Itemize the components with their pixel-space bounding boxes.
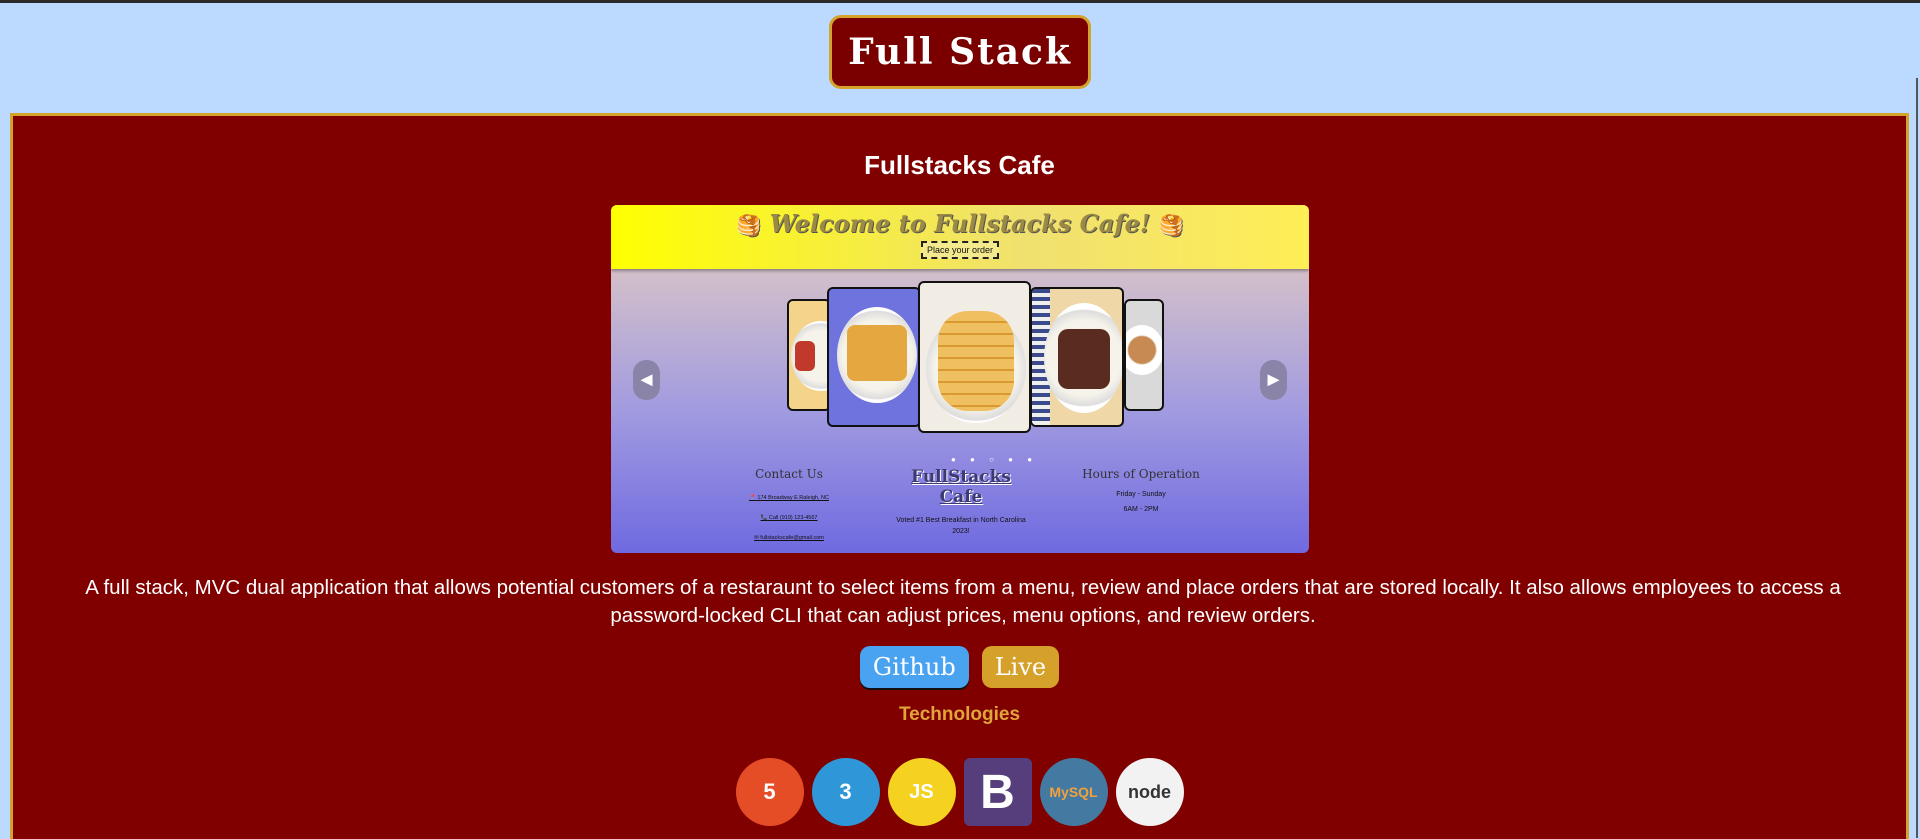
page-scrollbar[interactable] — [1916, 78, 1918, 838]
preview-banner: 🥞 Welcome to Fullstacks Cafe! 🥞 Place yo… — [611, 205, 1309, 269]
project-title: Fullstacks Cafe — [864, 150, 1055, 180]
email-text: fullstackscafe@gmail.com — [760, 535, 824, 541]
contact-section: Contact Us 📍 174 Broadway E Raleigh, NC … — [731, 467, 847, 541]
preview-tagline: Voted #1 Best Breakfast in North Carolin… — [896, 517, 1026, 535]
project-links: Github Live — [13, 646, 1906, 688]
carousel-card-bacon — [787, 299, 831, 411]
css3-icon: 3 — [811, 758, 880, 826]
project-preview-image: 🥞 Welcome to Fullstacks Cafe! 🥞 Place yo… — [611, 205, 1309, 553]
nodejs-glyph: node — [1128, 781, 1171, 802]
email-link: ✉ fullstackscafe@gmail.com — [731, 535, 847, 541]
mysql-icon: MySQL — [1039, 758, 1108, 826]
technologies-list: 5 3 JS B MySQL node — [13, 758, 1906, 826]
phone-link: 📞 Call (919) 123-4567 — [731, 515, 847, 521]
html5-icon: 5 — [735, 758, 804, 826]
carousel-indicators: ● ● ○ ● ● — [951, 455, 1039, 464]
project-description: A full stack, MVC dual application that … — [85, 576, 1841, 627]
html5-glyph: 5 — [763, 779, 776, 804]
css3-glyph: 3 — [839, 779, 852, 804]
preview-welcome: 🥞 Welcome to Fullstacks Cafe! 🥞 — [611, 209, 1309, 238]
preview-brand: FullStacks Cafe — [911, 467, 1011, 507]
javascript-icon: JS — [887, 758, 956, 826]
hours-section: Hours of Operation Friday - Sunday 6AM -… — [1081, 467, 1201, 513]
github-button[interactable]: Github — [859, 646, 969, 688]
phone-icon: 📞 — [760, 515, 768, 521]
carousel-card-quesadilla — [827, 287, 921, 427]
preview-welcome-text: Welcome to Fullstacks Cafe! — [769, 209, 1151, 238]
nodejs-icon: node — [1115, 758, 1184, 826]
address-link: 📍 174 Broadway E Raleigh, NC — [731, 495, 847, 501]
project-card: Fullstacks Cafe 🥞 Welcome to Fullstacks … — [10, 113, 1909, 839]
live-button[interactable]: Live — [981, 646, 1060, 688]
phone-text: Call (919) 123-4567 — [768, 515, 818, 521]
carousel-card-pancakes — [918, 281, 1031, 433]
carousel-card-chocolate-pancakes — [1030, 287, 1124, 427]
javascript-glyph: JS — [909, 780, 934, 803]
pancake-icon: 🥞 — [736, 213, 762, 237]
bootstrap-icon: B — [963, 758, 1032, 826]
brand-section: FullStacks Cafe Voted #1 Best Breakfast … — [891, 467, 1031, 537]
mysql-glyph: MySQL — [1049, 784, 1098, 800]
hours-days: Friday - Sunday — [1116, 491, 1166, 498]
carousel-prev-icon: ◄ — [633, 360, 660, 400]
place-order-button: Place your order — [920, 241, 1000, 259]
page-title: Full Stack — [829, 15, 1091, 89]
carousel-next-icon: ► — [1260, 360, 1287, 400]
bootstrap-glyph: B — [980, 765, 1015, 819]
hours-heading: Hours of Operation — [1082, 467, 1200, 481]
hours-time: 6AM - 2PM — [1123, 506, 1159, 513]
technologies-heading: Technologies — [898, 704, 1021, 725]
contact-heading: Contact Us — [755, 467, 823, 481]
address-text: 174 Broadway E Raleigh, NC — [757, 495, 829, 501]
pancake-icon: 🥞 — [1158, 213, 1184, 237]
location-pin-icon: 📍 — [749, 495, 756, 501]
page-header: Full Stack — [0, 3, 1920, 113]
carousel-card-coffee — [1124, 299, 1164, 411]
envelope-icon: ✉ — [754, 535, 759, 541]
